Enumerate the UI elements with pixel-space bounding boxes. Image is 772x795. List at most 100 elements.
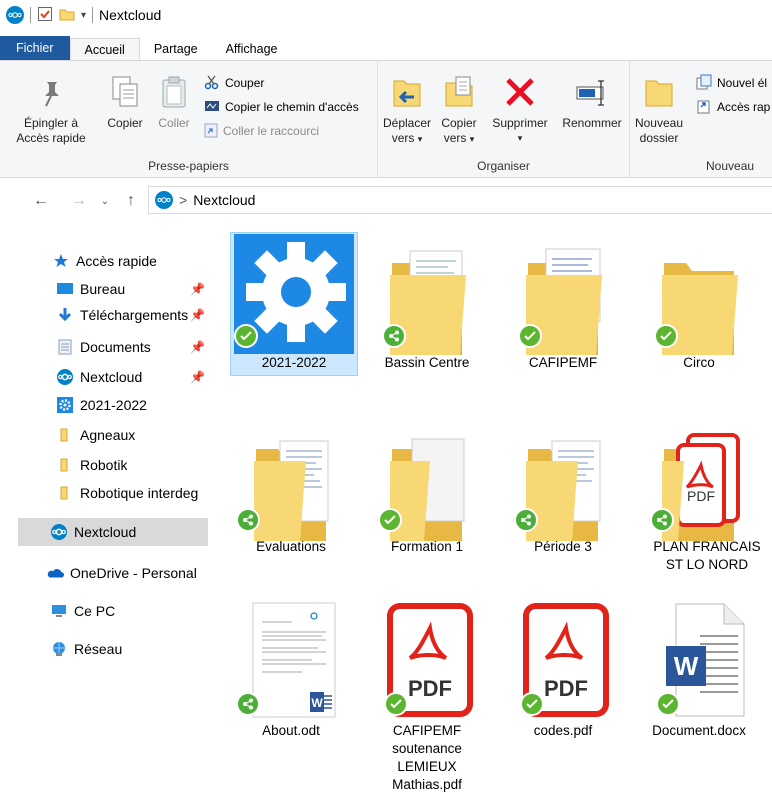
file-tile-cafipemf-pdf[interactable]: PDF CAFIPEMF soutenance LEMIEUX Mathias.… bbox=[362, 598, 492, 793]
document-thumbnail-icon: W bbox=[252, 602, 336, 718]
nextcloud-logo-icon bbox=[6, 6, 24, 24]
forward-arrow-icon[interactable]: → bbox=[68, 192, 90, 210]
rename-button[interactable]: Renommer bbox=[558, 75, 626, 131]
sidebar-item-telechargements[interactable]: Téléchargements 📌 bbox=[56, 302, 210, 328]
svg-text:W: W bbox=[674, 651, 699, 681]
path-separator[interactable]: > bbox=[179, 192, 187, 208]
synced-check-icon bbox=[384, 692, 408, 716]
easy-access-button[interactable]: Accès rap bbox=[696, 97, 770, 117]
sidebar-item-nextcloud-pinned[interactable]: Nextcloud 📌 bbox=[56, 364, 210, 390]
synced-check-icon bbox=[518, 324, 542, 348]
sidebar-item-ce-pc[interactable]: Ce PC bbox=[50, 598, 115, 624]
synced-check-icon bbox=[234, 324, 258, 348]
scissors-icon bbox=[204, 74, 220, 93]
file-name: Période 3 bbox=[534, 539, 592, 554]
clipboard-group-label: Presse-papiers bbox=[148, 159, 229, 173]
pin-icon[interactable]: 📌 bbox=[190, 340, 205, 354]
pdf-text: PDF bbox=[408, 676, 452, 701]
sidebar-item-agneaux[interactable]: Agneaux bbox=[56, 422, 135, 448]
address-path[interactable]: > Nextcloud bbox=[148, 186, 772, 214]
new-item-icon bbox=[696, 74, 712, 93]
synced-check-icon bbox=[520, 692, 544, 716]
file-name: Evaluations bbox=[256, 539, 326, 554]
file-name: codes.pdf bbox=[533, 723, 593, 738]
new-folder-button[interactable]: Nouveau dossier bbox=[634, 75, 684, 146]
tab-accueil[interactable]: Accueil bbox=[69, 38, 140, 60]
copy-button[interactable]: Copier bbox=[100, 75, 150, 131]
organize-group: Déplacer vers ▾ Copier vers ▾ Supprimer … bbox=[378, 61, 630, 177]
sidebar-item-onedrive[interactable]: OneDrive - Personal bbox=[46, 560, 197, 586]
file-name: About.odt bbox=[262, 723, 320, 738]
up-arrow-icon[interactable]: ↑ bbox=[120, 192, 142, 210]
tab-affichage[interactable]: Affichage bbox=[212, 38, 292, 60]
file-tile-document-docx[interactable]: W Document.docx bbox=[634, 598, 764, 793]
quick-new-folder-icon[interactable] bbox=[59, 6, 75, 25]
copy-path-button[interactable]: Copier le chemin d'accès bbox=[204, 97, 359, 117]
file-tile-plan-francais[interactable]: PDF PLAN FRANCAIS ST LO NORD bbox=[634, 420, 764, 580]
documents-icon bbox=[56, 339, 74, 355]
file-tile-periode-3[interactable]: Période 3 bbox=[498, 420, 628, 580]
back-arrow-icon[interactable]: ← bbox=[30, 192, 52, 210]
sidebar-item-2021-2022[interactable]: 2021-2022 bbox=[56, 392, 147, 418]
copy-icon bbox=[100, 75, 150, 112]
sidebar-item-nextcloud[interactable]: Nextcloud bbox=[18, 518, 208, 546]
pin-icon[interactable]: 📌 bbox=[190, 370, 205, 384]
file-tile-bassin-centre[interactable]: Bassin Centre bbox=[362, 226, 492, 386]
pin-quick-access-button[interactable]: Épingler à Accès rapide bbox=[10, 79, 92, 146]
quick-access-dropdown-icon[interactable]: ▾ bbox=[81, 10, 86, 21]
pc-icon bbox=[50, 603, 68, 619]
folder-icon bbox=[56, 485, 74, 501]
pin-icon[interactable]: 📌 bbox=[190, 308, 205, 322]
recent-locations-chevron-icon[interactable]: ⌄ bbox=[94, 196, 116, 207]
delete-button[interactable]: Supprimer ▾ bbox=[482, 75, 558, 146]
file-tile-codes-pdf[interactable]: PDF codes.pdf bbox=[498, 598, 628, 793]
new-folder-icon bbox=[634, 75, 684, 112]
pin-icon[interactable]: 📌 bbox=[190, 282, 205, 296]
new-item-button[interactable]: Nouvel él bbox=[696, 73, 767, 93]
rename-icon bbox=[558, 75, 626, 112]
sidebar-item-acces-rapide[interactable]: Accès rapide bbox=[52, 248, 157, 274]
tab-partage[interactable]: Partage bbox=[140, 38, 212, 60]
paste-shortcut-icon bbox=[204, 122, 218, 141]
copy-to-button[interactable]: Copier vers ▾ bbox=[436, 75, 482, 147]
file-tile-formation-1[interactable]: Formation 1 bbox=[362, 420, 492, 580]
svg-text:W: W bbox=[311, 696, 323, 710]
pdf-text: PDF bbox=[687, 488, 715, 504]
paste-shortcut-button[interactable]: Coller le raccourci bbox=[204, 121, 319, 141]
sidebar-item-robotik[interactable]: Robotik bbox=[56, 452, 127, 478]
file-name: Circo bbox=[683, 355, 715, 370]
paste-icon bbox=[150, 75, 198, 112]
synced-check-icon bbox=[656, 692, 680, 716]
quick-properties-icon[interactable] bbox=[37, 6, 53, 25]
address-bar: ← → ⌄ ↑ > Nextcloud bbox=[0, 186, 772, 216]
sidebar-item-bureau[interactable]: Bureau 📌 bbox=[56, 276, 210, 302]
synced-check-icon bbox=[654, 324, 678, 348]
pdf-text: PDF bbox=[544, 676, 588, 701]
ribbon-tabs: Fichier Accueil Partage Affichage bbox=[0, 36, 772, 60]
file-name: 2021-2022 bbox=[261, 355, 327, 370]
nextcloud-icon bbox=[56, 369, 74, 385]
copy-path-icon bbox=[204, 99, 220, 116]
tab-fichier[interactable]: Fichier bbox=[0, 36, 70, 60]
file-tile-2021-2022[interactable]: 2021-2022 bbox=[212, 226, 358, 386]
shared-icon bbox=[514, 508, 538, 532]
copy-to-icon bbox=[436, 75, 482, 112]
sidebar-item-documents[interactable]: Documents 📌 bbox=[56, 334, 210, 360]
delete-dropdown-icon: ▾ bbox=[517, 133, 523, 143]
move-to-button[interactable]: Déplacer vers ▾ bbox=[382, 75, 432, 147]
file-tile-cafipemf[interactable]: CAFIPEMF bbox=[498, 226, 628, 386]
cut-button[interactable]: Couper bbox=[204, 73, 264, 93]
sidebar-item-robotique-interdeg[interactable]: Robotique interdeg bbox=[56, 480, 210, 506]
ribbon: Épingler à Accès rapide Copier Coller Co… bbox=[0, 60, 772, 178]
file-tile-about-odt[interactable]: W About.odt bbox=[226, 598, 356, 793]
path-segment-nextcloud[interactable]: Nextcloud bbox=[193, 192, 255, 208]
new-group-label: Nouveau bbox=[706, 159, 755, 173]
paste-button[interactable]: Coller bbox=[150, 75, 198, 131]
file-tile-circo[interactable]: Circo bbox=[634, 226, 764, 386]
file-tile-evaluations[interactable]: Evaluations bbox=[226, 420, 356, 580]
copy-to-dropdown-icon: ▾ bbox=[469, 134, 475, 144]
file-view: 2021-2022 Bassin Centre CAFIPEMF Circo E… bbox=[212, 226, 772, 795]
window-title: Nextcloud bbox=[99, 7, 162, 23]
navigation-pane: Accès rapide Bureau 📌 Téléchargements 📌 … bbox=[0, 226, 210, 795]
sidebar-item-reseau[interactable]: Réseau bbox=[50, 636, 122, 662]
